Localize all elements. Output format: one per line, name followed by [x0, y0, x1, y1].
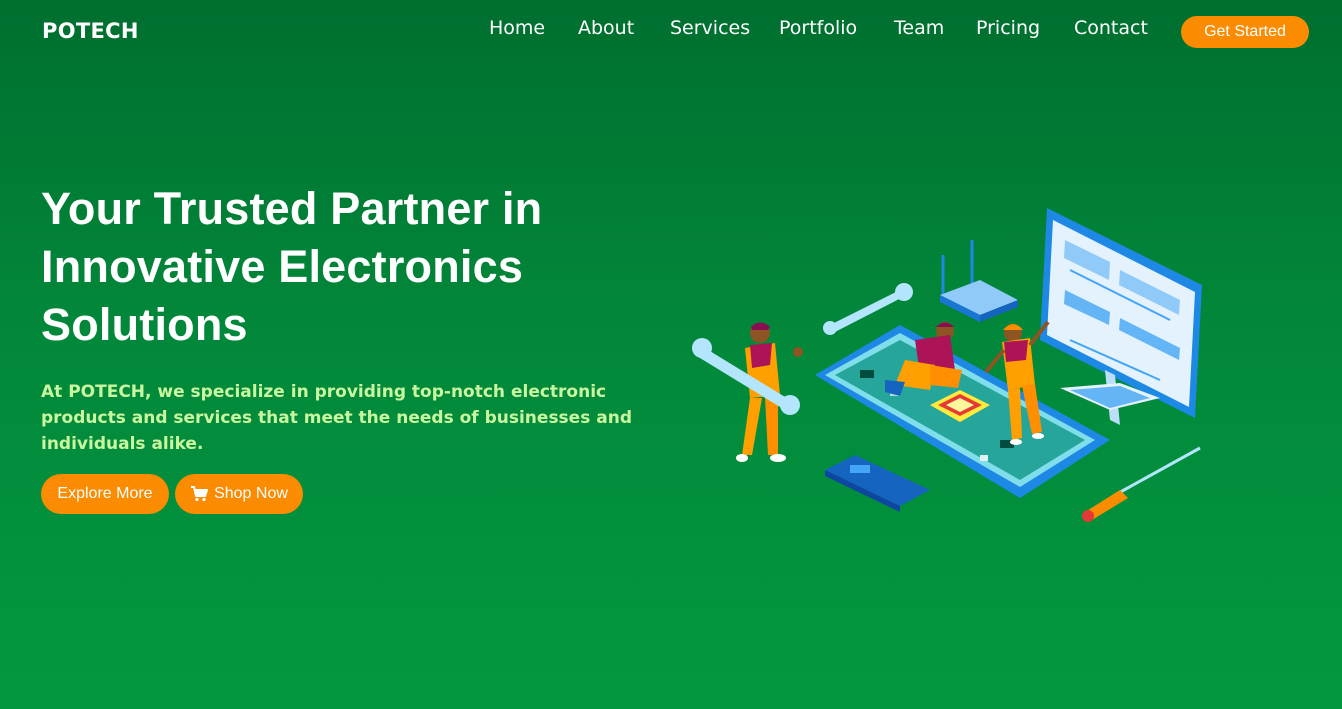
hero-title-line: Your Trusted Partner in	[41, 183, 543, 234]
circuit-card-icon	[825, 455, 930, 512]
monitor-icon	[1040, 208, 1202, 425]
router-icon	[940, 240, 1018, 322]
hero-description: At POTECH, we specialize in providing to…	[41, 382, 632, 454]
shop-now-label: Shop Now	[214, 485, 288, 502]
electronics-repair-illustration	[692, 208, 1202, 522]
nav-team[interactable]: Team	[894, 17, 944, 39]
nav-about[interactable]: About	[578, 17, 634, 39]
hero-title-line: Innovative Electronics	[41, 241, 524, 292]
brand-logo[interactable]: POTECH	[42, 19, 139, 43]
screwdriver-icon	[1082, 446, 1201, 522]
site-header: POTECH Home About Services Portfolio Tea…	[0, 0, 1342, 64]
nav-contact[interactable]: Contact	[1074, 17, 1148, 39]
explore-more-label: Explore More	[57, 485, 153, 502]
explore-more-button[interactable]: Explore More	[41, 474, 169, 514]
get-started-button[interactable]: Get Started	[1181, 16, 1309, 48]
hero-title: Your Trusted Partner in Innovative Elect…	[41, 180, 601, 354]
nav-portfolio[interactable]: Portfolio	[779, 17, 857, 39]
nav-home[interactable]: Home	[489, 17, 545, 39]
hero-title-line: Solutions	[41, 299, 248, 350]
technician-icon	[692, 322, 803, 462]
shop-now-button[interactable]: Shop Now	[175, 474, 303, 514]
nav-services[interactable]: Services	[670, 17, 750, 39]
nav-pricing[interactable]: Pricing	[976, 17, 1040, 39]
cart-icon	[191, 486, 209, 502]
